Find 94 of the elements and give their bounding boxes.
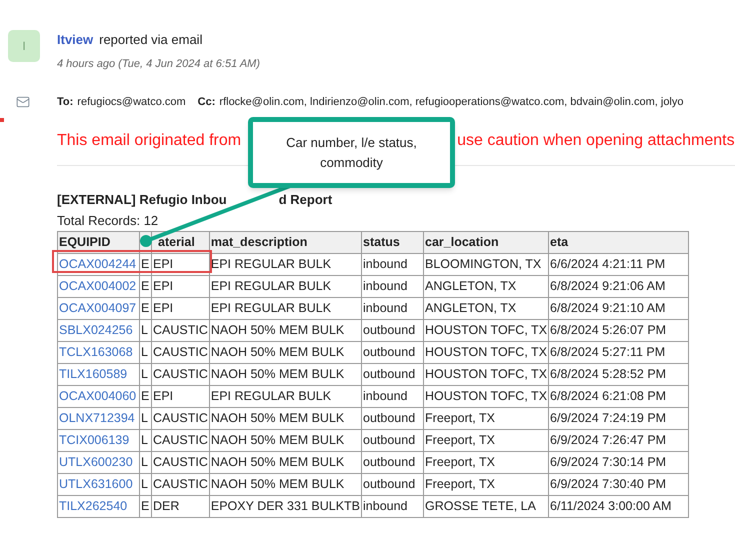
table-cell: outbound (363, 455, 416, 470)
table-cell: NAOH 50% MEM BULK (210, 367, 344, 382)
to-label: To: (57, 95, 74, 110)
column-header: mat_description (209, 232, 362, 254)
table-cell: inbound (363, 499, 408, 514)
table-cell: NAOH 50% MEM BULK (210, 455, 344, 470)
table-cell: L (141, 433, 148, 448)
table-cell: HOUSTON TOFC, TX (425, 367, 548, 382)
table-cell: L (141, 367, 148, 382)
table-cell: E (141, 279, 150, 294)
table-cell: NAOH 50% MEM BULK (210, 345, 344, 360)
table-cell: NAOH 50% MEM BULK (210, 433, 344, 448)
table-cell: Freeport, TX (425, 411, 495, 426)
table-cell: CAUSTIC (153, 323, 208, 338)
table-cell: HOUSTON TOFC, TX (425, 345, 548, 360)
table-cell: inbound (363, 279, 408, 294)
table-cell: CAUSTIC (153, 477, 208, 492)
cc-addresses: rflocke@olin.com, lndirienzo@olin.com, refugiooperations@watco.com, bdvain@olin.com, jolyo (219, 95, 684, 110)
action-text: reported via email (99, 31, 202, 49)
avatar: I (8, 30, 40, 62)
table-cell: ANGLETON, TX (425, 279, 516, 294)
table-cell: outbound (363, 477, 416, 492)
table-cell: 6/8/2024 5:27:11 PM (550, 345, 666, 360)
table-cell: CAUSTIC (153, 455, 208, 470)
table-cell: NAOH 50% MEM BULK (210, 323, 344, 338)
table-cell: outbound (363, 345, 416, 360)
table-cell: 6/8/2024 9:21:10 AM (550, 301, 666, 316)
table-cell: BLOOMINGTON, TX (425, 257, 542, 272)
table-cell: 6/9/2024 7:30:40 PM (550, 477, 666, 492)
table-cell: Freeport, TX (425, 477, 495, 492)
to-address: refugiocs@watco.com (77, 95, 186, 110)
callout-text: Car number, l/e status, commodity (285, 134, 418, 172)
table-cell: 6/8/2024 9:21:06 AM (550, 279, 666, 294)
table-cell: E (141, 301, 150, 316)
table-cell: L (141, 323, 148, 338)
report-title: [EXTERNAL] Refugio Inbou (57, 192, 227, 206)
table-cell: E (141, 257, 150, 272)
table-cell: 6/8/2024 6:21:08 PM (550, 389, 666, 404)
table-cell: HOUSTON TOFC, TX (425, 389, 548, 404)
table-cell: L (141, 477, 148, 492)
warning-text: This email originated from (57, 130, 242, 150)
table-cell: inbound (363, 257, 408, 272)
column-header: car_location (424, 232, 549, 254)
table-cell: 6/6/2024 4:21:11 PM (550, 257, 666, 272)
table-cell: outbound (363, 323, 416, 338)
table-cell: Freeport, TX (425, 455, 495, 470)
table-cell: 6/8/2024 5:26:07 PM (550, 323, 666, 338)
table-cell: E (141, 499, 150, 514)
table-cell: 6/8/2024 5:28:52 PM (550, 367, 666, 382)
column-header: status (362, 232, 424, 254)
table-cell: 6/11/2024 3:00:00 AM (550, 499, 672, 514)
report-title: d Report (278, 192, 332, 206)
table-cell: outbound (363, 411, 416, 426)
table-cell: EPI REGULAR BULK (210, 279, 332, 294)
table-cell: E (141, 389, 150, 404)
table-cell: 6/9/2024 7:30:14 PM (550, 455, 666, 470)
table-cell: EPI (153, 389, 174, 404)
table-cell: EPOXY DER 331 BULKTB (210, 499, 360, 514)
cc-label: Cc: (198, 95, 216, 110)
sender-name[interactable]: Itview (57, 30, 94, 50)
record-count: Total Records: 12 (57, 212, 160, 230)
table-cell: NAOH 50% MEM BULK (210, 411, 344, 426)
table-cell: EPI (153, 301, 174, 316)
table-cell: EPI REGULAR BULK (210, 389, 332, 404)
table-cell: Freeport, TX (425, 433, 495, 448)
table-cell: inbound (363, 301, 408, 316)
table-cell: L (141, 345, 148, 360)
edge-mark (0, 118, 4, 122)
table-cell: 6/9/2024 7:24:19 PM (550, 411, 666, 426)
table-cell: EPI (153, 257, 174, 272)
table-cell: CAUSTIC (153, 433, 208, 448)
table-cell: 6/9/2024 7:26:47 PM (550, 433, 666, 448)
table-cell: DER (153, 499, 180, 514)
timestamp: 4 hours ago (Tue, 4 Jun 2024 at 6:51 AM) (57, 56, 260, 72)
table-cell: CAUSTIC (153, 345, 208, 360)
table-cell: HOUSTON TOFC, TX (425, 323, 548, 338)
table-cell: EPI REGULAR BULK (210, 257, 332, 272)
mail-icon (16, 95, 30, 110)
table-cell: outbound (363, 367, 416, 382)
table-cell: GROSSE TETE, LA (425, 499, 536, 514)
table-cell: inbound (363, 389, 408, 404)
table-cell: EPI (153, 279, 174, 294)
column-header: aterial (152, 232, 210, 254)
table-cell: L (141, 411, 148, 426)
table-cell: outbound (363, 433, 416, 448)
table-cell: L (141, 455, 148, 470)
column-header: eta (548, 232, 689, 254)
table-cell: CAUSTIC (153, 367, 208, 382)
table-cell: NAOH 50% MEM BULK (210, 477, 344, 492)
column-header: EQUIPID (58, 232, 140, 254)
warning-text: use caution when opening attachments (457, 130, 735, 150)
table-cell: EPI REGULAR BULK (210, 301, 332, 316)
table-cell: ANGLETON, TX (425, 301, 516, 316)
table-cell: CAUSTIC (153, 411, 208, 426)
